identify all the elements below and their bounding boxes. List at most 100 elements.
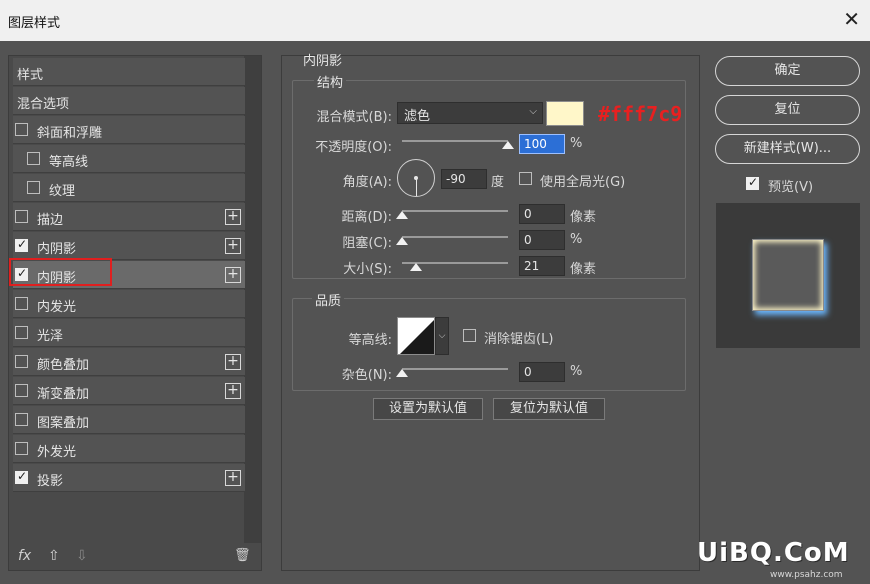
noise-label: 杂色(N): bbox=[341, 368, 392, 383]
style-list-item[interactable]: 纹理 bbox=[13, 174, 245, 202]
style-list-item[interactable]: 混合选项 bbox=[13, 87, 245, 115]
style-item-label: 颜色叠加 bbox=[37, 358, 90, 373]
trash-icon[interactable]: 🗑 bbox=[234, 548, 251, 563]
color-hex-annotation: #fff7c9 bbox=[598, 102, 683, 126]
opacity-slider-handle[interactable] bbox=[502, 141, 514, 149]
blend-mode-label: 混合模式(B): bbox=[316, 110, 392, 125]
preview-checkbox[interactable] bbox=[746, 175, 759, 190]
distance-label: 距离(D): bbox=[341, 210, 392, 225]
style-checkbox[interactable] bbox=[27, 181, 40, 194]
contour-label: 等高线: bbox=[348, 333, 392, 348]
noise-unit: % bbox=[570, 364, 583, 379]
style-item-label: 描边 bbox=[37, 213, 64, 228]
preview-square bbox=[752, 239, 824, 311]
shadow-color-swatch[interactable] bbox=[546, 101, 584, 126]
noise-slider[interactable] bbox=[402, 368, 508, 370]
style-list-item[interactable]: 描边 + bbox=[13, 203, 245, 231]
ok-button[interactable]: 确定 bbox=[715, 56, 860, 86]
add-effect-icon[interactable]: + bbox=[225, 470, 241, 486]
preview-label: 预览(V) bbox=[768, 180, 814, 195]
contour-dropdown-icon[interactable]: ⌵ bbox=[435, 317, 449, 355]
new-style-button[interactable]: 新建样式(W)... bbox=[715, 134, 860, 164]
move-up-icon[interactable]: ⇧ bbox=[48, 548, 60, 564]
style-list-item[interactable]: 投影 + bbox=[13, 464, 245, 492]
style-checkbox[interactable] bbox=[15, 237, 28, 252]
style-list-scrollbar[interactable] bbox=[244, 56, 261, 543]
style-preview bbox=[716, 203, 860, 348]
style-checkbox[interactable] bbox=[15, 469, 28, 484]
style-list-item[interactable]: 等高线 bbox=[13, 145, 245, 173]
close-icon[interactable]: ✕ bbox=[843, 9, 860, 29]
choke-slider-handle[interactable] bbox=[396, 237, 408, 245]
reset-button[interactable]: 复位 bbox=[715, 95, 860, 125]
distance-slider-handle[interactable] bbox=[396, 211, 408, 219]
antialias-checkbox[interactable] bbox=[463, 329, 476, 342]
style-checkbox[interactable] bbox=[15, 326, 28, 339]
chevron-down-icon: ⌵ bbox=[529, 106, 537, 117]
style-list-item[interactable]: 内阴影 + bbox=[13, 232, 245, 260]
make-default-button[interactable]: 设置为默认值 bbox=[373, 398, 483, 420]
style-item-label: 图案叠加 bbox=[37, 416, 90, 431]
style-list-item[interactable]: 斜面和浮雕 bbox=[13, 116, 245, 144]
global-light-label: 使用全局光(G) bbox=[540, 175, 626, 190]
global-light-checkbox[interactable] bbox=[519, 172, 532, 185]
quality-title: 品质 bbox=[312, 290, 345, 309]
size-slider-handle[interactable] bbox=[410, 263, 422, 271]
opacity-slider[interactable] bbox=[402, 140, 508, 142]
angle-unit: 度 bbox=[491, 175, 505, 190]
style-item-label: 样式 bbox=[17, 68, 44, 83]
style-item-label: 斜面和浮雕 bbox=[37, 126, 103, 141]
move-down-icon[interactable]: ⇩ bbox=[76, 548, 88, 564]
distance-input[interactable]: 0 bbox=[519, 204, 565, 224]
style-item-label: 混合选项 bbox=[17, 97, 70, 112]
dialog-titlebar: 图层样式 ✕ bbox=[0, 0, 870, 41]
noise-slider-handle[interactable] bbox=[396, 369, 408, 377]
blend-mode-select[interactable]: 滤色 ⌵ bbox=[397, 102, 543, 124]
add-effect-icon[interactable]: + bbox=[225, 354, 241, 370]
distance-slider[interactable] bbox=[402, 210, 508, 212]
style-item-label: 内发光 bbox=[37, 300, 77, 315]
style-checkbox[interactable] bbox=[15, 384, 28, 397]
style-checkbox[interactable] bbox=[15, 210, 28, 223]
opacity-unit: % bbox=[570, 136, 583, 151]
choke-label: 阻塞(C): bbox=[342, 236, 392, 251]
opacity-input[interactable]: 100 bbox=[519, 134, 565, 154]
fx-icon[interactable]: fx bbox=[18, 548, 31, 564]
opacity-label: 不透明度(O): bbox=[315, 140, 392, 155]
size-input[interactable]: 21 bbox=[519, 256, 565, 276]
style-checkbox[interactable] bbox=[15, 442, 28, 455]
add-effect-icon[interactable]: + bbox=[225, 209, 241, 225]
style-list-item[interactable]: 渐变叠加 + bbox=[13, 377, 245, 405]
angle-label: 角度(A): bbox=[342, 175, 392, 190]
choke-slider[interactable] bbox=[402, 236, 508, 238]
style-item-label: 等高线 bbox=[49, 155, 89, 170]
add-effect-icon[interactable]: + bbox=[225, 267, 241, 283]
style-item-label: 渐变叠加 bbox=[37, 387, 90, 402]
style-checkbox[interactable] bbox=[15, 355, 28, 368]
style-checkbox[interactable] bbox=[27, 152, 40, 165]
style-checkbox[interactable] bbox=[15, 413, 28, 426]
reset-default-button[interactable]: 复位为默认值 bbox=[493, 398, 605, 420]
highlight-box bbox=[9, 258, 112, 286]
noise-input[interactable]: 0 bbox=[519, 362, 565, 382]
style-list-item[interactable]: 颜色叠加 + bbox=[13, 348, 245, 376]
watermark-url: www.psahz.com bbox=[770, 570, 843, 580]
add-effect-icon[interactable]: + bbox=[225, 238, 241, 254]
choke-unit: % bbox=[570, 232, 583, 247]
style-checkbox[interactable] bbox=[15, 297, 28, 310]
style-list-footer: fx ⇧ ⇩ 🗑 bbox=[8, 545, 262, 571]
add-effect-icon[interactable]: + bbox=[225, 383, 241, 399]
style-list-panel: 样式混合选项斜面和浮雕等高线纹理描边+内阴影+内阴影+内发光光泽颜色叠加+渐变叠… bbox=[8, 55, 262, 571]
angle-dial[interactable] bbox=[397, 159, 435, 197]
size-unit: 像素 bbox=[570, 262, 597, 277]
style-list-item[interactable]: 内发光 bbox=[13, 290, 245, 318]
contour-preview[interactable] bbox=[397, 317, 435, 355]
angle-input[interactable]: -90 bbox=[441, 169, 487, 189]
choke-input[interactable]: 0 bbox=[519, 230, 565, 250]
style-checkbox[interactable] bbox=[15, 123, 28, 136]
style-list-item[interactable]: 样式 bbox=[13, 58, 245, 86]
style-list-item[interactable]: 图案叠加 bbox=[13, 406, 245, 434]
style-item-label: 光泽 bbox=[37, 329, 64, 344]
style-list-item[interactable]: 光泽 bbox=[13, 319, 245, 347]
style-list-item[interactable]: 外发光 bbox=[13, 435, 245, 463]
